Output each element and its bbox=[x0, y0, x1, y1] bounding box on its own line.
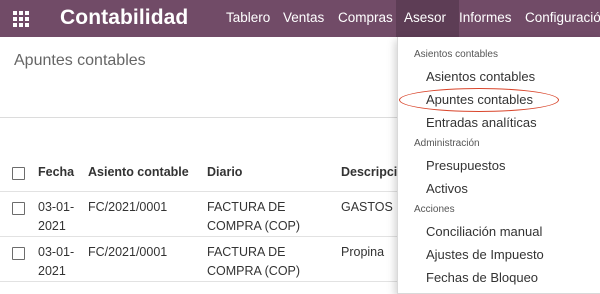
nav-configuracion[interactable]: Configuración bbox=[525, 0, 600, 37]
select-all-checkbox[interactable] bbox=[12, 167, 25, 180]
menu-item-conciliacion-manual[interactable]: Conciliación manual bbox=[426, 224, 542, 239]
cell-fecha: 03-01-2021 bbox=[38, 200, 75, 233]
column-header-diario[interactable]: Diario bbox=[207, 163, 337, 182]
menu-item-fechas-bloqueo[interactable]: Fechas de Bloqueo bbox=[426, 270, 538, 285]
asesor-dropdown-menu: Asientos contables Asientos contables Ap… bbox=[397, 37, 600, 294]
row-checkbox[interactable] bbox=[12, 247, 25, 260]
column-header-asiento[interactable]: Asiento contable bbox=[88, 163, 198, 182]
menu-item-presupuestos[interactable]: Presupuestos bbox=[426, 158, 506, 173]
menu-section-administracion: Administración bbox=[414, 138, 480, 149]
menu-section-asientos: Asientos contables bbox=[414, 49, 498, 60]
breadcrumb: Apuntes contables bbox=[14, 52, 146, 69]
cell-asiento: FC/2021/0001 bbox=[88, 245, 168, 259]
app-title[interactable]: Contabilidad bbox=[60, 5, 188, 31]
menu-section-acciones: Acciones bbox=[414, 204, 455, 215]
row-checkbox[interactable] bbox=[12, 202, 25, 215]
cell-descripcion: GASTOS D bbox=[341, 200, 401, 214]
menu-item-activos[interactable]: Activos bbox=[426, 181, 468, 196]
cell-diario: FACTURA DE COMPRA (COP) bbox=[207, 200, 301, 233]
menu-item-asientos-contables[interactable]: Asientos contables bbox=[426, 69, 535, 84]
menu-item-entradas-analiticas[interactable]: Entradas analíticas bbox=[426, 115, 537, 130]
column-header-descripcion[interactable]: Descripción bbox=[341, 163, 401, 182]
nav-tablero[interactable]: Tablero bbox=[218, 0, 282, 37]
cell-descripcion: Propina bbox=[341, 245, 385, 259]
nav-ventas[interactable]: Ventas bbox=[283, 0, 324, 37]
cell-diario: FACTURA DE COMPRA (COP) bbox=[207, 245, 301, 278]
cell-asiento: FC/2021/0001 bbox=[88, 200, 168, 214]
cell-fecha: 03-01-2021 bbox=[38, 245, 75, 278]
nav-asesor[interactable]: Asesor bbox=[396, 0, 459, 37]
column-header-fecha[interactable]: Fecha bbox=[38, 163, 78, 182]
menu-item-apuntes-contables[interactable]: Apuntes contables bbox=[426, 92, 533, 107]
menu-item-ajustes-impuesto[interactable]: Ajustes de Impuesto bbox=[426, 247, 544, 262]
nav-compras[interactable]: Compras bbox=[338, 0, 393, 37]
apps-grid-icon[interactable] bbox=[13, 11, 29, 27]
top-navbar: Contabilidad Tablero Ventas Compras Ases… bbox=[0, 0, 600, 37]
nav-informes[interactable]: Informes bbox=[459, 0, 512, 37]
